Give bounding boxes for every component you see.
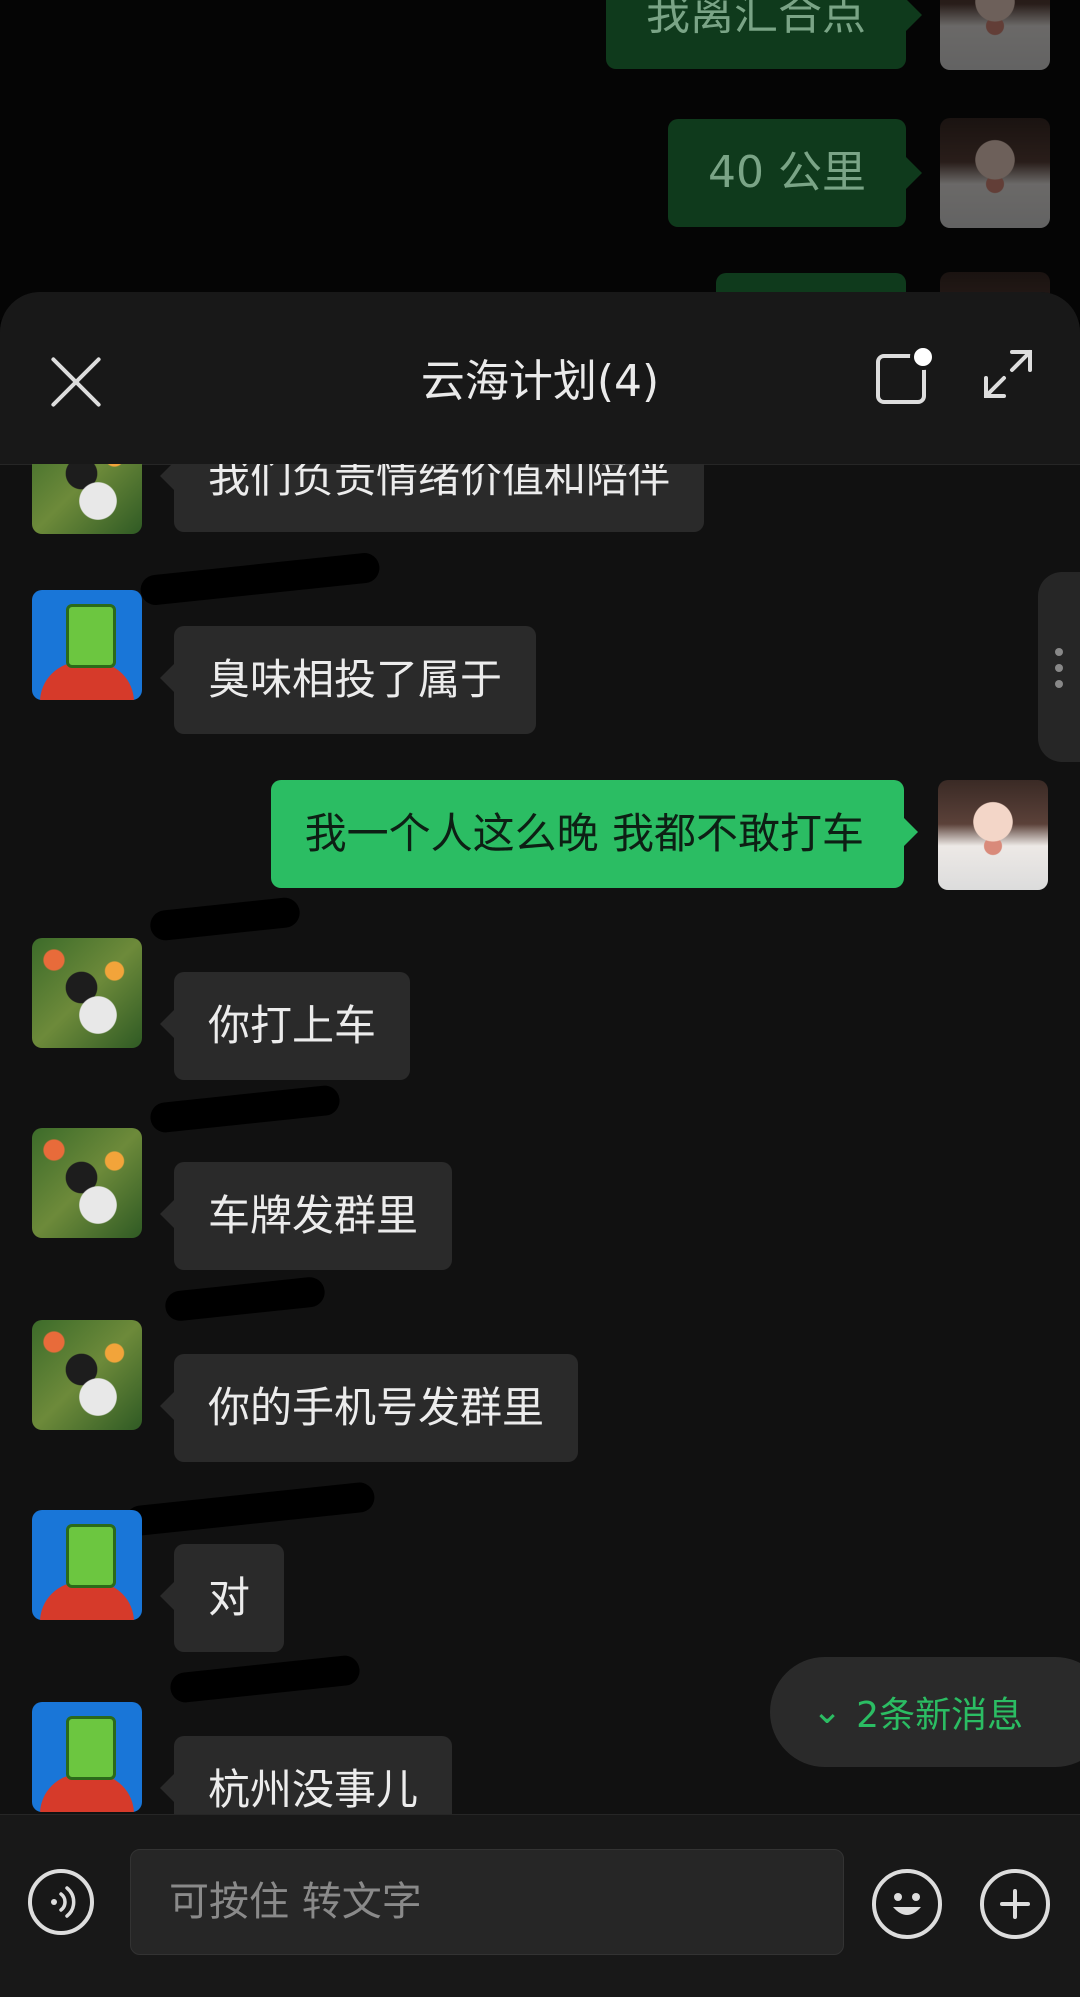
- message-bubble[interactable]: 我一个人这么晚 我都不敢打车: [270, 780, 919, 888]
- sheet-header: 云海计划(4): [0, 292, 1080, 465]
- redaction-mark: [163, 1275, 327, 1323]
- avatar: [940, 0, 1050, 70]
- redaction-mark: [168, 1654, 362, 1704]
- message-bubble[interactable]: 杭州没事儿: [159, 1736, 453, 1814]
- list-item: 车牌发群里: [32, 1128, 453, 1270]
- list-item: 杭州没事儿: [32, 1702, 453, 1814]
- message-input[interactable]: 可按住 转文字: [130, 1849, 844, 1955]
- list-item: 对: [32, 1510, 285, 1652]
- notification-dot: [910, 344, 936, 370]
- bg-message-bubble: 40 公里: [668, 119, 922, 227]
- avatar: [940, 118, 1050, 228]
- message-bubble[interactable]: 臭味相投了属于: [159, 626, 537, 734]
- message-bubble[interactable]: 你的手机号发群里: [159, 1354, 579, 1462]
- avatar[interactable]: [32, 938, 142, 1048]
- message-bubble[interactable]: 车牌发群里: [159, 1162, 453, 1270]
- message-list[interactable]: 我们负责情绪价值和陪伴 臭味相投了属于 我一个人这么晚 我都不敢打车 你打上车 …: [0, 464, 1080, 1814]
- group-chat-sheet: 云海计划(4) 我们负责情绪价值和陪伴 臭味相投了属于 我一个人这么晚 我都不敢…: [0, 292, 1080, 1997]
- avatar[interactable]: [32, 464, 142, 534]
- emoji-icon[interactable]: [872, 1869, 942, 1939]
- list-item: 我一个人这么晚 我都不敢打车: [270, 780, 1048, 890]
- voice-icon[interactable]: [28, 1869, 94, 1935]
- message-bubble[interactable]: 我们负责情绪价值和陪伴: [159, 464, 705, 532]
- list-item: 臭味相投了属于: [32, 590, 537, 734]
- bg-message-bubble: 我离汇合点: [606, 0, 922, 69]
- double-chevron-down-icon: ⌄: [812, 1691, 843, 1732]
- avatar[interactable]: [32, 1702, 142, 1812]
- bg-message-row: 我离汇合点: [606, 0, 1050, 70]
- square-note-icon[interactable]: [876, 344, 936, 404]
- list-item: 你打上车: [32, 938, 411, 1080]
- handle-dot: [1055, 680, 1063, 688]
- message-bubble[interactable]: 你打上车: [159, 972, 411, 1080]
- plus-icon[interactable]: [980, 1869, 1050, 1939]
- background-chat: 我离汇合点 40 公里: [0, 0, 1080, 320]
- new-messages-label: 2条新消息: [856, 1695, 1024, 1736]
- input-bar: 可按住 转文字: [0, 1814, 1080, 1997]
- side-drawer-handle[interactable]: [1038, 572, 1080, 762]
- redaction-mark: [148, 1084, 342, 1134]
- list-item: 我们负责情绪价值和陪伴: [32, 464, 705, 534]
- handle-dot: [1055, 664, 1063, 672]
- new-messages-button[interactable]: ⌄ 2条新消息: [770, 1657, 1080, 1767]
- message-bubble[interactable]: 对: [159, 1544, 285, 1652]
- avatar[interactable]: [32, 590, 142, 700]
- handle-dot: [1055, 648, 1063, 656]
- redaction-mark: [148, 896, 302, 942]
- expand-icon[interactable]: [982, 348, 1034, 400]
- avatar[interactable]: [32, 1510, 142, 1620]
- list-item: 你的手机号发群里: [32, 1320, 579, 1462]
- bg-message-row: 40 公里: [668, 118, 1050, 228]
- avatar[interactable]: [938, 780, 1048, 890]
- avatar[interactable]: [32, 1320, 142, 1430]
- avatar[interactable]: [32, 1128, 142, 1238]
